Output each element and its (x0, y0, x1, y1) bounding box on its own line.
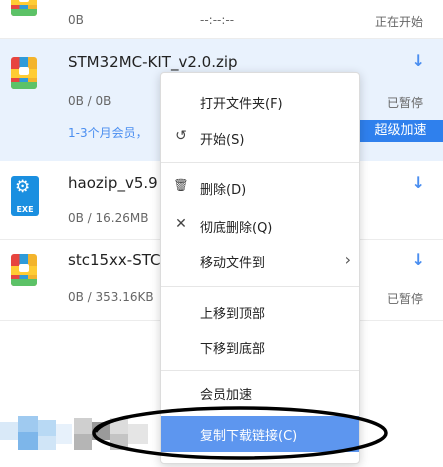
download-status: 正在开始 (374, 15, 423, 29)
zip-file-icon (11, 57, 37, 89)
file-size: 0B / 353.16KB (68, 290, 154, 304)
time-remaining: --:--:-- (200, 13, 235, 27)
gear-icon: ⚙ (15, 177, 31, 197)
file-name: haozip_v5.9 (68, 174, 158, 192)
file-size: 0B / 16.26MB (68, 211, 149, 225)
download-status: 已暂停 (386, 96, 423, 110)
download-arrow-icon[interactable]: ↓ (412, 173, 425, 192)
menu-separator (161, 286, 359, 287)
trash-icon: 🗑 (173, 178, 189, 192)
menu-item-delete-permanently[interactable]: ✕ 彻底删除(Q) (161, 211, 359, 241)
file-name: STM32MC-KIT_v2.0.zip (68, 53, 238, 71)
context-menu: 打开文件夹(F) ↺ 开始(S) 🗑 删除(D) ✕ 彻底删除(Q) 移动文件到… (160, 72, 360, 464)
menu-item-move-to-top[interactable]: 上移到顶部 (161, 297, 359, 327)
menu-item-open-folder[interactable]: 打开文件夹(F) (161, 87, 359, 117)
file-size: 0B (68, 13, 84, 27)
super-boost-button[interactable]: 超级加速 (358, 120, 443, 142)
start-icon: ↺ (175, 128, 187, 144)
menu-separator (161, 370, 359, 371)
menu-item-delete[interactable]: 🗑 删除(D) (161, 173, 359, 203)
menu-item-move-file-to[interactable]: 移动文件到 › (161, 246, 359, 276)
file-size: 0B / 0B (68, 94, 112, 108)
blurred-region (0, 412, 160, 454)
download-status: 已暂停 (386, 292, 423, 306)
zip-file-icon (11, 0, 37, 16)
download-row-partial[interactable]: 0B --:--:-- 正在开始 (0, 0, 443, 38)
file-name: stc15xx-STC (68, 251, 161, 269)
menu-item-start[interactable]: ↺ 开始(S) (161, 123, 359, 153)
close-icon: ✕ (175, 216, 187, 232)
download-arrow-icon[interactable]: ↓ (412, 250, 425, 269)
chevron-right-icon: › (344, 250, 351, 269)
menu-item-member-boost[interactable]: 会员加速 (161, 378, 359, 408)
menu-separator (161, 162, 359, 163)
exe-file-icon: ⚙ EXE (11, 176, 39, 216)
exe-label: EXE (16, 205, 34, 214)
member-promo-text[interactable]: 1-3个月会员， (68, 124, 148, 141)
menu-item-copy-download-link[interactable]: 复制下载链接(C) (161, 416, 359, 452)
zip-file-icon (11, 254, 37, 286)
menu-item-move-to-bottom[interactable]: 下移到底部 (161, 332, 359, 362)
download-arrow-icon[interactable]: ↓ (412, 51, 425, 70)
